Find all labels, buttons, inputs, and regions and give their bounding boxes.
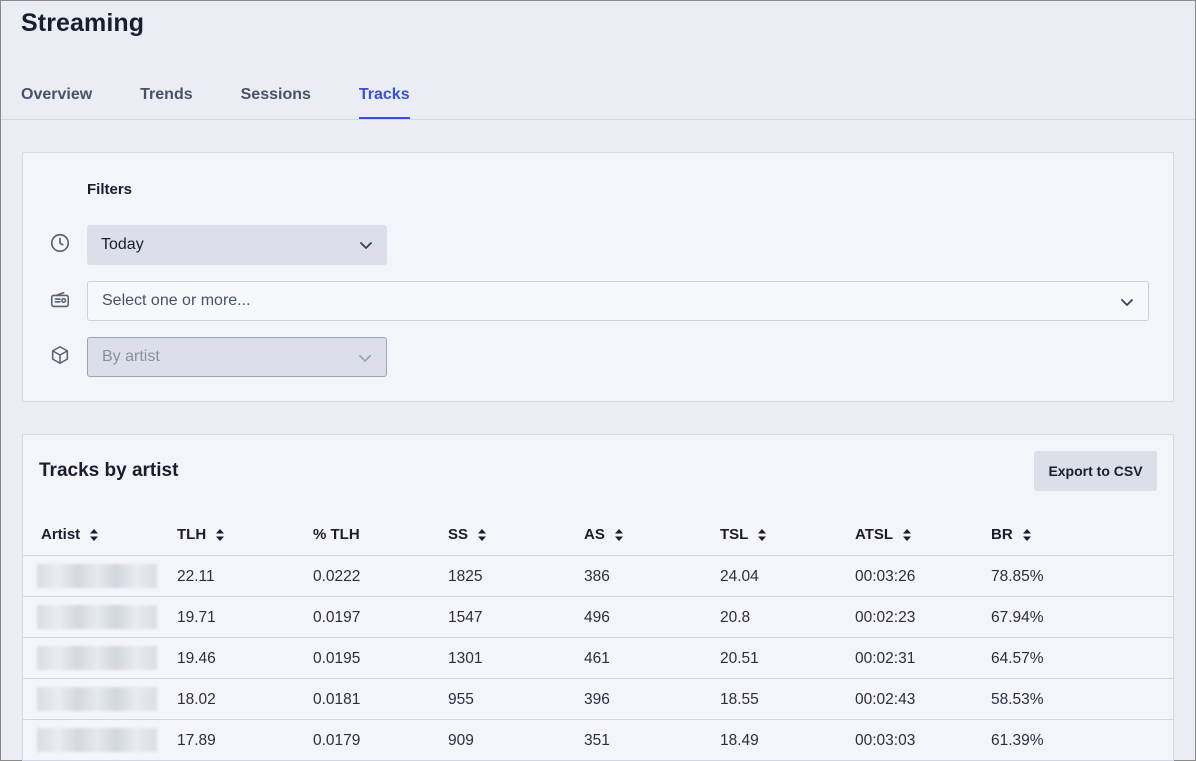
cell-br: 64.57% xyxy=(991,650,1044,667)
cell-br: 78.85% xyxy=(991,568,1044,585)
cell-br: 67.94% xyxy=(991,609,1044,626)
cell-ss: 1547 xyxy=(448,609,483,626)
column-header-label: TSL xyxy=(720,526,749,543)
cell-tsl: 20.8 xyxy=(720,609,751,626)
sort-icon xyxy=(216,528,225,541)
cell-atsl: 00:02:31 xyxy=(855,650,916,667)
export-csv-button[interactable]: Export to CSV xyxy=(1034,451,1157,491)
sort-icon xyxy=(90,528,99,541)
column-header-label: ATSL xyxy=(855,526,894,543)
cell-tsl: 18.55 xyxy=(720,691,759,708)
column-header-label: SS xyxy=(448,526,469,543)
cell-pct-tlh: 0.0179 xyxy=(313,732,361,749)
cell-tsl: 18.49 xyxy=(720,732,759,749)
tab-tracks[interactable]: Tracks xyxy=(358,85,410,119)
cell-tlh: 19.71 xyxy=(177,609,216,626)
page-title: Streaming xyxy=(21,9,145,37)
cell-as: 461 xyxy=(584,650,610,667)
cell-atsl: 00:02:23 xyxy=(855,609,916,626)
radio-icon xyxy=(50,291,70,308)
date-range-value: Today xyxy=(101,236,144,253)
sort-icon xyxy=(903,528,912,541)
group-by-value: By artist xyxy=(102,348,160,365)
redacted-artist-name xyxy=(37,646,157,670)
column-header-atsl[interactable]: ATSL xyxy=(855,526,912,543)
column-header-tlh[interactable]: TLH xyxy=(177,526,225,543)
cell-pct-tlh: 0.0197 xyxy=(313,609,361,626)
table-row[interactable]: 18.02 0.0181 955 396 18.55 00:02:43 58.5… xyxy=(23,679,1173,720)
cell-ss: 1301 xyxy=(448,650,483,667)
cell-ss: 1825 xyxy=(448,568,483,585)
stations-placeholder: Select one or more... xyxy=(102,292,251,309)
column-header-as[interactable]: AS xyxy=(584,526,624,543)
cell-ss: 909 xyxy=(448,732,474,749)
tab-trends[interactable]: Trends xyxy=(140,85,192,119)
group-by-select: By artist xyxy=(87,337,387,377)
filters-title: Filters xyxy=(87,181,133,198)
chevron-down-icon xyxy=(359,355,371,362)
redacted-artist-name xyxy=(37,728,157,752)
cell-atsl: 00:03:03 xyxy=(855,732,916,749)
tabs-divider xyxy=(1,119,1195,120)
cell-as: 351 xyxy=(584,732,610,749)
cell-tlh: 19.46 xyxy=(177,650,216,667)
chevron-down-icon xyxy=(1121,299,1133,306)
sort-icon xyxy=(758,528,767,541)
filters-card: Filters Today Select one or more... By a… xyxy=(22,152,1174,402)
tab-sessions[interactable]: Sessions xyxy=(241,85,311,119)
cell-tlh: 22.11 xyxy=(177,568,215,585)
column-header-artist[interactable]: Artist xyxy=(41,526,99,543)
column-header-label: Artist xyxy=(41,526,81,543)
column-header-label: TLH xyxy=(177,526,207,543)
cell-tsl: 24.04 xyxy=(720,568,759,585)
table-row[interactable]: 19.46 0.0195 1301 461 20.51 00:02:31 64.… xyxy=(23,638,1173,679)
cell-ss: 955 xyxy=(448,691,474,708)
sort-icon xyxy=(614,528,623,541)
column-header-label: AS xyxy=(584,526,605,543)
cell-as: 386 xyxy=(584,568,610,585)
redacted-artist-name xyxy=(37,605,157,629)
cell-br: 58.53% xyxy=(991,691,1044,708)
tracks-table-card: Tracks by artist Export to CSV Artist TL… xyxy=(22,434,1174,761)
cell-tlh: 17.89 xyxy=(177,732,216,749)
cell-pct-tlh: 0.0222 xyxy=(313,568,361,585)
tab-bar: Overview Trends Sessions Tracks xyxy=(21,85,458,119)
table-header: Artist TLH % TLH SS AS TSL ATSL BR xyxy=(23,515,1173,556)
redacted-artist-name xyxy=(37,687,157,711)
stations-multiselect[interactable]: Select one or more... xyxy=(87,281,1149,321)
column-header-label: BR xyxy=(991,526,1013,543)
cell-tlh: 18.02 xyxy=(177,691,216,708)
column-header-tsl[interactable]: TSL xyxy=(720,526,767,543)
column-header-pct-tlh: % TLH xyxy=(313,526,360,543)
cell-pct-tlh: 0.0195 xyxy=(313,650,361,667)
table-row[interactable]: 22.11 0.0222 1825 386 24.04 00:03:26 78.… xyxy=(23,556,1173,597)
column-header-label: % TLH xyxy=(313,526,360,543)
cell-as: 496 xyxy=(584,609,610,626)
cell-pct-tlh: 0.0181 xyxy=(313,691,361,708)
clock-icon xyxy=(50,233,70,253)
column-header-ss[interactable]: SS xyxy=(448,526,487,543)
column-header-br[interactable]: BR xyxy=(991,526,1032,543)
cell-br: 61.39% xyxy=(991,732,1044,749)
date-range-select[interactable]: Today xyxy=(87,225,387,265)
sort-icon xyxy=(1022,528,1031,541)
cell-atsl: 00:02:43 xyxy=(855,691,916,708)
table-title: Tracks by artist xyxy=(39,460,179,481)
table-row[interactable]: 17.89 0.0179 909 351 18.49 00:03:03 61.3… xyxy=(23,720,1173,761)
cube-icon xyxy=(51,345,69,365)
cell-tsl: 20.51 xyxy=(720,650,759,667)
chevron-down-icon xyxy=(360,242,372,249)
cell-atsl: 00:03:26 xyxy=(855,568,916,585)
tab-overview[interactable]: Overview xyxy=(21,85,92,119)
cell-as: 396 xyxy=(584,691,610,708)
sort-icon xyxy=(478,528,487,541)
redacted-artist-name xyxy=(37,564,157,588)
table-row[interactable]: 19.71 0.0197 1547 496 20.8 00:02:23 67.9… xyxy=(23,597,1173,638)
